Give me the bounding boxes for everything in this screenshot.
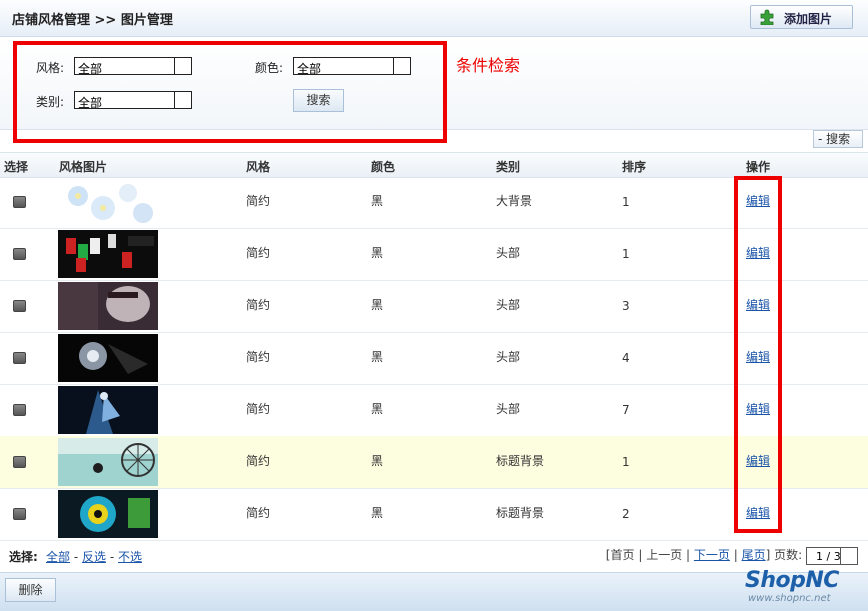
row-color: 黑 xyxy=(371,402,384,416)
row-color: 黑 xyxy=(371,298,384,312)
row-color: 黑 xyxy=(371,506,384,520)
row-category: 标题背景 xyxy=(496,454,545,468)
table-header: 选择 风格图片 风格 颜色 类别 排序 操作 xyxy=(0,152,868,178)
col-action: 操作 xyxy=(746,160,771,174)
brand-url: www.shopnc.net xyxy=(748,593,831,604)
row-category: 大背景 xyxy=(496,194,533,208)
style-select[interactable]: 全部 xyxy=(74,57,192,76)
search-annotation-text: 条件检索 xyxy=(456,56,521,75)
row-category: 头部 xyxy=(496,402,521,416)
collapse-icon: - xyxy=(818,132,823,146)
row-style: 简约 xyxy=(246,506,271,520)
pager: [首页 | 上一页 | 下一页 | 尾页] 页数: 1 / 3 xyxy=(606,546,858,565)
color-select-arrow[interactable] xyxy=(393,58,410,74)
row-color: 黑 xyxy=(371,194,384,208)
toggle-search-button[interactable]: - 搜索 xyxy=(813,130,863,148)
row-color: 黑 xyxy=(371,350,384,364)
bracket-close: ] xyxy=(765,548,771,562)
page-select-value: 1 / 3 xyxy=(816,549,841,563)
prev-page[interactable]: 上一页 xyxy=(646,548,682,562)
top-bar: 店铺风格管理 >> 图片管理 添加图片 xyxy=(0,0,868,37)
page-title: 店铺风格管理 >> 图片管理 xyxy=(12,13,173,28)
style-thumbnail xyxy=(58,282,158,330)
row-checkbox[interactable] xyxy=(13,196,26,208)
style-thumbnail xyxy=(58,490,158,538)
row-order: 2 xyxy=(622,507,630,521)
row-order: 7 xyxy=(622,403,630,417)
row-color: 黑 xyxy=(371,246,384,260)
separator: - xyxy=(73,550,82,564)
row-style: 简约 xyxy=(246,402,271,416)
edit-annotation-frame xyxy=(734,176,782,533)
brand-logo: ShopNC xyxy=(745,568,839,593)
row-checkbox[interactable] xyxy=(13,248,26,260)
row-category: 标题背景 xyxy=(496,506,545,520)
row-style: 简约 xyxy=(246,454,271,468)
row-style: 简约 xyxy=(246,194,271,208)
row-checkbox[interactable] xyxy=(13,352,26,364)
row-checkbox[interactable] xyxy=(13,300,26,312)
category-select-value: 全部 xyxy=(78,96,103,110)
select-label: 选择: xyxy=(9,550,38,564)
col-category: 类别 xyxy=(496,160,521,174)
search-button[interactable]: 搜索 xyxy=(293,89,344,112)
row-category: 头部 xyxy=(496,298,521,312)
puzzle-icon xyxy=(760,9,774,25)
style-thumbnail xyxy=(58,438,158,486)
col-style: 风格 xyxy=(246,160,271,174)
row-order: 1 xyxy=(622,455,630,469)
style-thumbnail xyxy=(58,230,158,278)
style-thumbnail xyxy=(58,334,158,382)
separator: | xyxy=(638,548,647,562)
delete-button[interactable]: 删除 xyxy=(5,578,56,602)
col-image: 风格图片 xyxy=(59,160,108,174)
col-color: 颜色 xyxy=(371,160,396,174)
row-order: 1 xyxy=(622,247,630,261)
invert-select-link[interactable]: 反选 xyxy=(82,550,106,564)
table-footer: 选择: 全部 - 反选 - 不选 [首页 | 上一页 | 下一页 | 尾页] 页… xyxy=(0,540,868,570)
page-select[interactable]: 1 / 3 xyxy=(806,546,858,565)
style-thumbnail xyxy=(58,386,158,434)
category-select-arrow[interactable] xyxy=(174,92,191,108)
style-thumbnail xyxy=(58,178,158,226)
row-checkbox[interactable] xyxy=(13,508,26,520)
last-page-link[interactable]: 尾页 xyxy=(742,548,766,562)
page-select-arrow[interactable] xyxy=(840,547,857,564)
select-links: 全部 - 反选 - 不选 xyxy=(46,548,142,565)
col-order: 排序 xyxy=(622,160,647,174)
row-style: 简约 xyxy=(246,298,271,312)
separator: | xyxy=(686,548,694,562)
style-filter-label: 风格: xyxy=(36,61,65,75)
row-category: 头部 xyxy=(496,350,521,364)
row-style: 简约 xyxy=(246,350,271,364)
first-page[interactable]: 首页 xyxy=(610,548,634,562)
row-checkbox[interactable] xyxy=(13,404,26,416)
select-none-link[interactable]: 不选 xyxy=(118,550,142,564)
row-checkbox[interactable] xyxy=(13,456,26,468)
col-select: 选择 xyxy=(4,160,29,174)
row-color: 黑 xyxy=(371,454,384,468)
category-select[interactable]: 全部 xyxy=(74,91,192,110)
color-filter-label: 颜色: xyxy=(255,61,284,75)
style-select-value: 全部 xyxy=(78,62,103,76)
color-select[interactable]: 全部 xyxy=(293,57,411,76)
add-image-label: 添加图片 xyxy=(784,12,833,26)
row-order: 1 xyxy=(622,195,630,209)
row-style: 简约 xyxy=(246,246,271,260)
add-image-button[interactable]: 添加图片 xyxy=(750,5,853,29)
row-category: 头部 xyxy=(496,246,521,260)
style-select-arrow[interactable] xyxy=(174,58,191,74)
bottom-bar: 删除 ShopNC www.shopnc.net xyxy=(0,568,868,611)
row-order: 3 xyxy=(622,299,630,313)
toggle-search-label: 搜索 xyxy=(826,132,851,146)
color-select-value: 全部 xyxy=(297,62,322,76)
category-filter-label: 类别: xyxy=(36,95,65,109)
select-all-link[interactable]: 全部 xyxy=(46,550,70,564)
separator: | xyxy=(733,548,742,562)
separator: - xyxy=(109,550,118,564)
next-page-link[interactable]: 下一页 xyxy=(694,548,730,562)
row-order: 4 xyxy=(622,351,630,365)
pages-label: 页数: xyxy=(774,548,803,562)
